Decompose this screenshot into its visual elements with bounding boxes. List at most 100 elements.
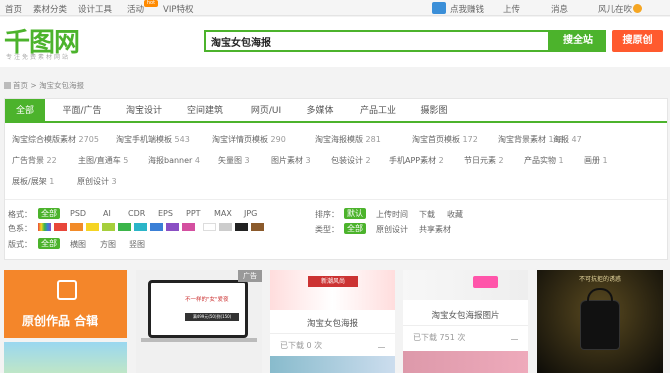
color-swatch[interactable]	[134, 223, 147, 231]
download-icon[interactable]	[511, 333, 518, 340]
ad-card[interactable]: 不一样的"女"爱夜 满499元(50)到(150) 广告	[136, 270, 262, 373]
laptop-screen: 不一样的"女"爱夜 满499元(50)到(150)	[148, 280, 248, 338]
layout-horizontal[interactable]: 横图	[70, 239, 86, 250]
earn-link[interactable]: 点我赚钱	[450, 3, 484, 15]
tag[interactable]: 原创设计 3	[77, 176, 117, 187]
tag[interactable]: 主图/直通车 5	[78, 155, 128, 166]
sort-default[interactable]: 默认	[344, 208, 366, 219]
format-all[interactable]: 全部	[38, 208, 60, 219]
tag[interactable]: 淘宝首页模板 172	[412, 134, 478, 145]
nav-design-tools[interactable]: 设计工具	[78, 3, 112, 15]
format-ai[interactable]: AI	[103, 209, 111, 218]
nav-home[interactable]: 首页	[5, 3, 22, 15]
tag[interactable]: 淘宝海报模版 281	[315, 134, 381, 145]
banner-text: 新潮风尚	[308, 276, 358, 287]
home-icon	[4, 82, 11, 89]
color-swatch[interactable]	[102, 223, 115, 231]
download-count: 已下载 751 次	[413, 333, 466, 342]
color-swatch[interactable]	[219, 223, 232, 231]
tag[interactable]: 手机APP素材 2	[389, 155, 444, 166]
card-caption[interactable]: 淘宝女包海报图片	[403, 309, 528, 321]
breadcrumb-home[interactable]: 首页	[13, 81, 28, 90]
format-max[interactable]: MAX	[214, 209, 232, 218]
color-swatch[interactable]	[203, 223, 216, 231]
thumbnail[interactable]	[4, 342, 127, 373]
tag[interactable]: 包装设计 2	[331, 155, 371, 166]
tag[interactable]: 淘宝详情页模板 290	[212, 134, 286, 145]
color-swatch[interactable]	[182, 223, 195, 231]
card-caption[interactable]: 淘宝女包海报	[270, 317, 395, 329]
search-all-button[interactable]: 搜全站	[550, 30, 606, 52]
color-swatch[interactable]	[166, 223, 179, 231]
layout-all[interactable]: 全部	[38, 238, 60, 249]
color-swatch-all[interactable]	[38, 223, 51, 231]
result-card[interactable]: 淘宝女包海报图片 已下载 751 次	[403, 270, 528, 373]
tag[interactable]: 海报banner 4	[148, 155, 200, 166]
image-icon	[57, 280, 77, 300]
tag[interactable]: 淘宝综合模版素材 2705	[12, 134, 99, 145]
format-jpg[interactable]: JPG	[244, 209, 257, 218]
type-shared[interactable]: 共享素材	[419, 224, 451, 235]
color-swatch[interactable]	[251, 223, 264, 231]
tag[interactable]: 画册 1	[584, 155, 608, 166]
tab-print-ads[interactable]: 平面/广告	[52, 99, 112, 123]
tab-taobao[interactable]: 淘宝设计	[118, 99, 170, 123]
bag-image	[580, 300, 620, 350]
color-swatch[interactable]	[118, 223, 131, 231]
color-swatch[interactable]	[70, 223, 83, 231]
sort-download[interactable]: 下载	[419, 209, 435, 220]
tab-all[interactable]: 全部	[5, 99, 45, 123]
top-bar: 首页 素材分类 设计工具 活动 hot VIP特权 点我赚钱 上传 消息 风儿在…	[0, 0, 670, 16]
sort-label: 排序：	[315, 210, 339, 219]
tab-industrial[interactable]: 产品工业	[352, 99, 404, 123]
download-count: 已下载 0 次	[280, 341, 323, 350]
color-swatch[interactable]	[54, 223, 67, 231]
format-psd[interactable]: PSD	[70, 209, 86, 218]
tag[interactable]: 淘宝手机端模板 543	[116, 134, 190, 145]
result-card[interactable]: 不可抗拒的诱惑	[537, 270, 663, 373]
result-card[interactable]: 新潮风尚 淘宝女包海报 已下载 0 次	[270, 270, 395, 373]
user-menu[interactable]: 风儿在吹	[598, 3, 643, 15]
tag[interactable]: 海报 47	[553, 134, 582, 145]
header: 千图网 专注免费素材网站 搜全站 搜原创	[0, 17, 670, 67]
tab-photo[interactable]: 摄影图	[412, 99, 456, 123]
smile-icon	[633, 4, 643, 13]
format-ppt[interactable]: PPT	[186, 209, 201, 218]
tab-web-ui[interactable]: 网页/UI	[242, 99, 290, 123]
nav-activity[interactable]: 活动	[127, 3, 144, 15]
search-box	[204, 30, 550, 52]
nav-vip[interactable]: VIP特权	[163, 3, 193, 15]
download-icon[interactable]	[378, 341, 385, 348]
message-link[interactable]: 消息	[551, 3, 568, 15]
color-swatch[interactable]	[86, 223, 99, 231]
tab-architecture[interactable]: 空间建筑	[179, 99, 231, 123]
sort-upload-time[interactable]: 上传时间	[376, 209, 408, 220]
tag[interactable]: 广告背景 22	[12, 155, 57, 166]
tag[interactable]: 图片素材 3	[271, 155, 311, 166]
type-all[interactable]: 全部	[344, 223, 366, 234]
ad-badge: 广告	[238, 270, 262, 282]
type-original[interactable]: 原创设计	[376, 224, 408, 235]
tag[interactable]: 节日元素 2	[464, 155, 504, 166]
bag-text: 不可抗拒的诱惑	[578, 276, 621, 283]
card-thumbnail	[403, 270, 528, 300]
search-input[interactable]	[206, 32, 548, 50]
color-swatch[interactable]	[150, 223, 163, 231]
color-swatch[interactable]	[235, 223, 248, 231]
tag[interactable]: 展板/展架 1	[12, 176, 54, 187]
upload-link[interactable]: 上传	[503, 3, 520, 15]
sale-tag	[473, 276, 498, 288]
layout-vertical[interactable]: 竖图	[129, 239, 145, 250]
nav-categories[interactable]: 素材分类	[33, 3, 67, 15]
card-thumbnail: 新潮风尚	[270, 270, 395, 310]
tag[interactable]: 矢量图 3	[218, 155, 250, 166]
tab-multimedia[interactable]: 多媒体	[298, 99, 342, 123]
search-original-button[interactable]: 搜原创	[612, 30, 663, 52]
original-collection-card[interactable]: 原创作品 合辑	[4, 270, 127, 338]
tag[interactable]: 产品实物 1	[524, 155, 564, 166]
color-label: 色系：	[8, 224, 32, 233]
layout-square[interactable]: 方图	[100, 239, 116, 250]
format-eps[interactable]: EPS	[158, 209, 173, 218]
format-cdr[interactable]: CDR	[128, 209, 145, 218]
sort-favorite[interactable]: 收藏	[447, 209, 463, 220]
